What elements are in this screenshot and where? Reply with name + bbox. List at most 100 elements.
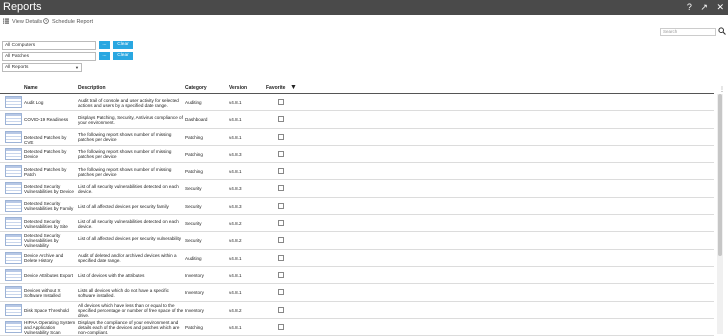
- favorite-checkbox[interactable]: [278, 116, 284, 123]
- report-version: v4.8.1: [229, 134, 242, 140]
- favorite-checkbox[interactable]: [278, 202, 284, 209]
- report-thumbnail-icon: [5, 113, 22, 126]
- computers-filter-field[interactable]: All Computers: [2, 41, 96, 50]
- report-description: Lists all devices which do not have a sp…: [78, 287, 169, 298]
- sort-down-icon[interactable]: ▼: [290, 84, 297, 91]
- report-version: v4.8.3: [229, 186, 242, 192]
- report-version: v4.8.3: [229, 151, 242, 157]
- report-category: Inventory: [185, 272, 204, 278]
- report-version: v4.8.2: [229, 221, 242, 227]
- table-row[interactable]: Device Archive and Delete History Audit o…: [0, 250, 714, 267]
- table-row[interactable]: HIPAA Operating System and Application V…: [0, 319, 714, 336]
- patches-browse-button[interactable]: ...: [99, 52, 110, 60]
- help-icon[interactable]: ?: [687, 2, 692, 12]
- close-icon[interactable]: ✕: [716, 2, 724, 12]
- report-thumbnail-icon: [5, 286, 22, 299]
- favorite-checkbox[interactable]: [278, 237, 284, 244]
- favorite-checkbox[interactable]: [278, 289, 284, 296]
- report-name: Device Archive and Delete History: [24, 253, 64, 264]
- favorite-checkbox[interactable]: [278, 99, 284, 105]
- table-row[interactable]: Detected Patches by CVE The following rep…: [0, 129, 714, 146]
- report-name: HIPAA Operating System and Application V…: [24, 319, 76, 335]
- table-row[interactable]: Audit Log Audit trail of console and user…: [0, 94, 714, 112]
- window-controls: ? ↗ ✕: [681, 1, 724, 13]
- report-name: Detected Patches by Patch: [24, 166, 67, 177]
- scrollbar-thumb[interactable]: [718, 94, 722, 256]
- report-name: Detected Security Vulnerabilities by Dev…: [24, 183, 74, 194]
- favorite-checkbox[interactable]: [278, 306, 284, 313]
- report-type-value: All Reports: [5, 65, 29, 70]
- report-category: Security: [185, 186, 202, 192]
- report-description: The following report shows number of mis…: [78, 149, 172, 160]
- report-description: List of all affected devices per securit…: [78, 203, 169, 209]
- column-header-version[interactable]: Version: [229, 85, 247, 91]
- column-header-description[interactable]: Description: [78, 85, 106, 91]
- favorite-checkbox[interactable]: [278, 185, 284, 192]
- report-version: v4.8.2: [229, 238, 242, 244]
- report-name: Detected Security Vulnerabilities by Fam…: [24, 201, 74, 212]
- favorite-checkbox[interactable]: [278, 220, 284, 227]
- report-version: v4.8.1: [229, 117, 242, 123]
- report-category: Patching: [185, 169, 203, 175]
- table-row[interactable]: Detected Security Vulnerabilities by Fam…: [0, 198, 714, 216]
- patches-clear-button[interactable]: Clear: [113, 52, 133, 60]
- report-name: Devices without X Software Installed: [24, 287, 61, 298]
- report-name: Detected Security Vulnerabilities by Vul…: [24, 233, 61, 249]
- report-thumbnail-icon: [5, 147, 22, 160]
- title-bar: Reports ? ↗ ✕: [0, 0, 728, 15]
- table-row[interactable]: Detected Security Vulnerabilities by Vul…: [0, 232, 714, 250]
- favorite-checkbox[interactable]: [278, 150, 284, 157]
- computers-browse-button[interactable]: ...: [99, 41, 110, 49]
- search-icon[interactable]: [718, 27, 726, 37]
- clock-icon: [43, 18, 49, 26]
- table-row[interactable]: Detected Security Vulnerabilities by Dev…: [0, 180, 714, 198]
- table-row[interactable]: Disk Space Threshold All devices which ha…: [0, 302, 714, 319]
- report-version: v4.8.1: [229, 290, 242, 296]
- schedule-report-label: Schedule Report: [52, 19, 93, 25]
- schedule-report-button[interactable]: Schedule Report: [43, 18, 93, 26]
- table-row[interactable]: Detected Patches by Device The following …: [0, 146, 714, 164]
- report-category: Patching: [185, 324, 203, 330]
- report-thumbnail-icon: [5, 234, 22, 247]
- search-input[interactable]: Search: [660, 28, 716, 36]
- table-row[interactable]: Devices without X Software Installed List…: [0, 284, 714, 302]
- favorite-checkbox[interactable]: [278, 133, 284, 140]
- report-description: All devices which have less than or equa…: [78, 302, 184, 318]
- report-thumbnail-icon: [5, 199, 22, 212]
- favorite-checkbox[interactable]: [278, 168, 284, 175]
- report-description: List of all security vulnerabilities det…: [78, 183, 179, 194]
- table-row[interactable]: Device Attributes Export List of devices …: [0, 267, 714, 285]
- view-details-label: View Details: [12, 19, 43, 25]
- report-description: Displays the compliance of your environm…: [78, 319, 180, 335]
- table-row[interactable]: Detected Security Vulnerabilities by Sit…: [0, 215, 714, 233]
- report-description: The following report shows number of mis…: [78, 166, 172, 177]
- page-title: Reports: [3, 1, 42, 13]
- computers-clear-button[interactable]: Clear: [113, 41, 133, 49]
- favorite-checkbox[interactable]: [278, 254, 284, 261]
- table-row[interactable]: Detected Patches by Patch The following r…: [0, 163, 714, 181]
- more-options-icon[interactable]: ⋮: [719, 86, 725, 93]
- favorite-checkbox[interactable]: [278, 323, 284, 330]
- table-row[interactable]: COVID-19 Readiness Displays Patching, Sec…: [0, 111, 714, 129]
- report-version: v4.8.1: [229, 100, 242, 105]
- report-version: v4.8.1: [229, 255, 242, 261]
- report-type-select[interactable]: All Reports ▼: [2, 63, 82, 72]
- report-name: Device Attributes Export: [24, 272, 74, 278]
- patches-filter-field[interactable]: All Patches: [2, 52, 96, 61]
- column-header-category[interactable]: Category: [185, 85, 207, 91]
- report-category: Security: [185, 238, 202, 244]
- view-details-button[interactable]: View Details: [3, 18, 42, 26]
- report-thumbnail-icon: [5, 268, 22, 281]
- report-category: Dashboard: [185, 117, 208, 123]
- expand-icon[interactable]: ↗: [700, 2, 708, 12]
- report-category: Security: [185, 221, 202, 227]
- report-category: Patching: [185, 134, 203, 140]
- list-icon: [3, 18, 9, 26]
- column-header-favorite[interactable]: Favorite: [266, 85, 285, 91]
- report-version: v4.8.1: [229, 324, 242, 330]
- report-category: Auditing: [185, 255, 202, 261]
- column-header-name[interactable]: Name: [24, 85, 38, 91]
- report-description: List of all security vulnerabilities det…: [78, 218, 179, 229]
- report-version: v4.8.1: [229, 169, 242, 175]
- favorite-checkbox[interactable]: [278, 271, 284, 278]
